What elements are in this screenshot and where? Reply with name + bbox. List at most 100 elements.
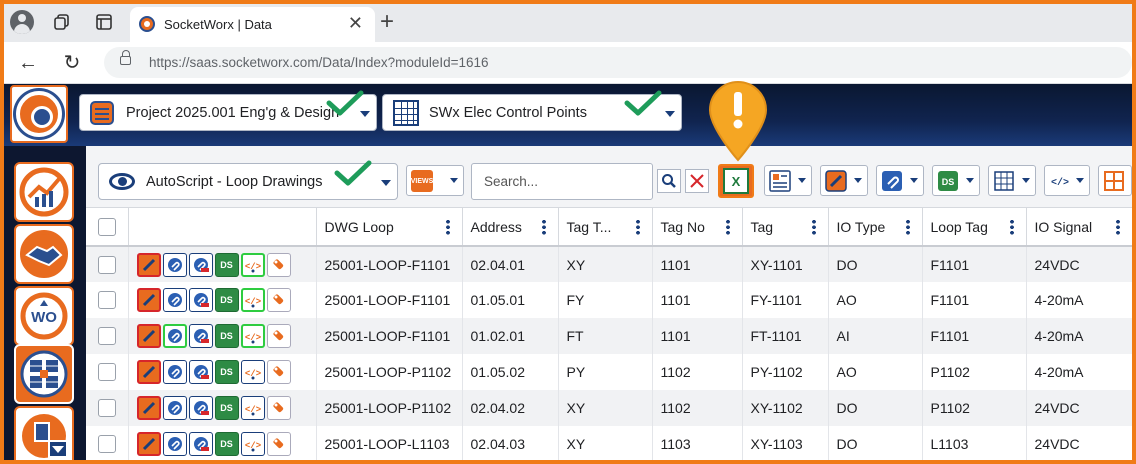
code-dropdown[interactable]: </> xyxy=(1044,165,1090,196)
table-row[interactable]: DS </> 25001-LOOP-F1101 01.02.01 FT 1101 FT-11… xyxy=(86,318,1133,354)
socketworx-logo[interactable] xyxy=(10,85,68,143)
column-header-io-signal[interactable]: IO Signal xyxy=(1026,208,1133,247)
cell-loop-tag[interactable]: F1101 xyxy=(922,282,1027,318)
ds-icon[interactable]: DS xyxy=(214,288,239,312)
code-icon[interactable]: </> xyxy=(240,288,265,312)
ds-icon[interactable]: DS xyxy=(214,432,239,456)
code-icon[interactable]: </> xyxy=(240,360,265,384)
attachment-remove-icon[interactable] xyxy=(188,324,213,348)
cell-tag-no[interactable]: 1101 xyxy=(652,282,743,318)
cell-address[interactable]: 01.05.01 xyxy=(462,282,559,318)
new-tab-button[interactable]: + xyxy=(380,8,394,36)
column-menu-icon[interactable] xyxy=(635,219,640,235)
attachment-icon[interactable] xyxy=(162,252,187,277)
column-menu-icon[interactable] xyxy=(725,219,730,235)
attachment-remove-icon[interactable] xyxy=(188,288,213,312)
column-menu-icon[interactable] xyxy=(1115,219,1120,235)
cell-tag-type[interactable]: PY xyxy=(558,354,653,390)
tag-icon[interactable] xyxy=(266,324,291,348)
lock-icon[interactable] xyxy=(120,50,131,65)
back-button[interactable]: ← xyxy=(15,50,41,76)
code-icon[interactable]: </> xyxy=(240,396,265,420)
cell-tag-no[interactable]: 1102 xyxy=(652,354,743,390)
sidebar-item-partners[interactable] xyxy=(14,224,74,284)
cell-address[interactable]: 02.04.02 xyxy=(462,390,559,426)
clear-search-button[interactable] xyxy=(685,169,709,193)
cell-loop-tag[interactable]: F1101 xyxy=(922,318,1027,354)
cell-dwg-loop[interactable]: 25001-LOOP-L1103 xyxy=(316,426,463,462)
sidebar-item-work-orders[interactable]: WO xyxy=(14,286,74,346)
export-excel-button[interactable]: X xyxy=(718,164,754,198)
ds-icon[interactable]: DS xyxy=(214,396,239,420)
drawing-icon[interactable] xyxy=(136,360,161,384)
column-header-io-type[interactable]: IO Type xyxy=(828,208,923,247)
cell-address[interactable]: 01.05.02 xyxy=(462,354,559,390)
drawing-icon[interactable] xyxy=(136,252,161,277)
cell-loop-tag[interactable]: L1103 xyxy=(922,426,1027,462)
ds-icon[interactable]: DS xyxy=(214,324,239,348)
cell-loop-tag[interactable]: P1102 xyxy=(922,354,1027,390)
column-header-dwg-loop[interactable]: DWG Loop xyxy=(316,208,463,247)
table-row[interactable]: DS </> 25001-LOOP-L1103 02.04.03 XY 1103 XY-11… xyxy=(86,426,1133,462)
tab-actions-button[interactable] xyxy=(90,9,118,35)
cell-tag[interactable]: FT-1101 xyxy=(742,318,829,354)
cell-tag-no[interactable]: 1101 xyxy=(652,246,743,282)
row-checkbox[interactable] xyxy=(98,327,116,345)
cell-dwg-loop[interactable]: 25001-LOOP-P1102 xyxy=(316,354,463,390)
cell-io-type[interactable]: DO xyxy=(828,426,923,462)
attachment-remove-icon[interactable] xyxy=(188,396,213,420)
cell-tag[interactable]: XY-1101 xyxy=(742,246,829,282)
cell-tag[interactable]: XY-1103 xyxy=(742,426,829,462)
row-checkbox[interactable] xyxy=(98,363,116,381)
views-dropdown[interactable]: VIEWS xyxy=(406,165,464,196)
sidebar-item-data[interactable] xyxy=(14,344,74,404)
code-icon[interactable]: </> xyxy=(240,252,265,277)
cell-address[interactable]: 02.04.03 xyxy=(462,426,559,462)
column-header-tag[interactable]: Tag xyxy=(742,208,829,247)
cell-tag-type[interactable]: XY xyxy=(558,246,653,282)
url-text[interactable]: https://saas.socketworx.com/Data/Index?m… xyxy=(149,55,489,70)
attachment-remove-icon[interactable] xyxy=(188,432,213,456)
cell-tag-type[interactable]: FT xyxy=(558,318,653,354)
attachment-remove-icon[interactable] xyxy=(188,360,213,384)
tag-icon[interactable] xyxy=(266,288,291,312)
table-row[interactable]: DS </> 25001-LOOP-F1101 01.05.01 FY 1101 FY-11… xyxy=(86,282,1133,318)
attachment-icon[interactable] xyxy=(162,360,187,384)
active-tab[interactable]: SocketWorx | Data ✕ xyxy=(130,7,375,42)
column-header-address[interactable]: Address xyxy=(462,208,559,247)
cell-tag-type[interactable]: XY xyxy=(558,390,653,426)
cell-io-type[interactable]: AO xyxy=(828,354,923,390)
cell-io-type[interactable]: AI xyxy=(828,318,923,354)
column-menu-icon[interactable] xyxy=(541,219,546,235)
cell-tag-no[interactable]: 1102 xyxy=(652,390,743,426)
code-icon[interactable]: </> xyxy=(240,324,265,348)
attachment-dropdown[interactable] xyxy=(876,165,924,196)
drawing-icon[interactable] xyxy=(136,324,161,348)
cell-io-signal[interactable]: 24VDC xyxy=(1026,390,1133,426)
column-menu-icon[interactable] xyxy=(1009,219,1014,235)
workspaces-button[interactable] xyxy=(48,9,76,35)
reload-button[interactable]: ↻ xyxy=(59,50,85,76)
cell-address[interactable]: 02.04.01 xyxy=(462,246,559,282)
cell-dwg-loop[interactable]: 25001-LOOP-P1102 xyxy=(316,390,463,426)
drawing-icon[interactable] xyxy=(136,396,161,420)
cell-tag[interactable]: FY-1101 xyxy=(742,282,829,318)
attachment-remove-icon[interactable] xyxy=(188,252,213,277)
table-row[interactable]: DS </> 25001-LOOP-P1102 01.05.02 PY 1102 PY-11… xyxy=(86,354,1133,390)
column-menu-icon[interactable] xyxy=(905,219,910,235)
search-input[interactable] xyxy=(471,163,653,200)
cell-tag-type[interactable]: XY xyxy=(558,426,653,462)
attachment-icon[interactable] xyxy=(162,324,187,348)
cell-loop-tag[interactable]: P1102 xyxy=(922,390,1027,426)
cell-io-type[interactable]: DO xyxy=(828,390,923,426)
cell-address[interactable]: 01.02.01 xyxy=(462,318,559,354)
row-checkbox[interactable] xyxy=(98,399,116,417)
tab-close-icon[interactable]: ✕ xyxy=(348,13,363,34)
tag-icon[interactable] xyxy=(266,252,291,277)
cell-tag-no[interactable]: 1101 xyxy=(652,318,743,354)
row-checkbox[interactable] xyxy=(98,291,116,309)
select-all-checkbox[interactable] xyxy=(98,217,116,236)
table-row[interactable]: DS </> 25001-LOOP-F1101 02.04.01 XY 1101 XY-11… xyxy=(86,246,1133,282)
code-icon[interactable]: </> xyxy=(240,432,265,456)
drawing-icon[interactable] xyxy=(136,288,161,312)
